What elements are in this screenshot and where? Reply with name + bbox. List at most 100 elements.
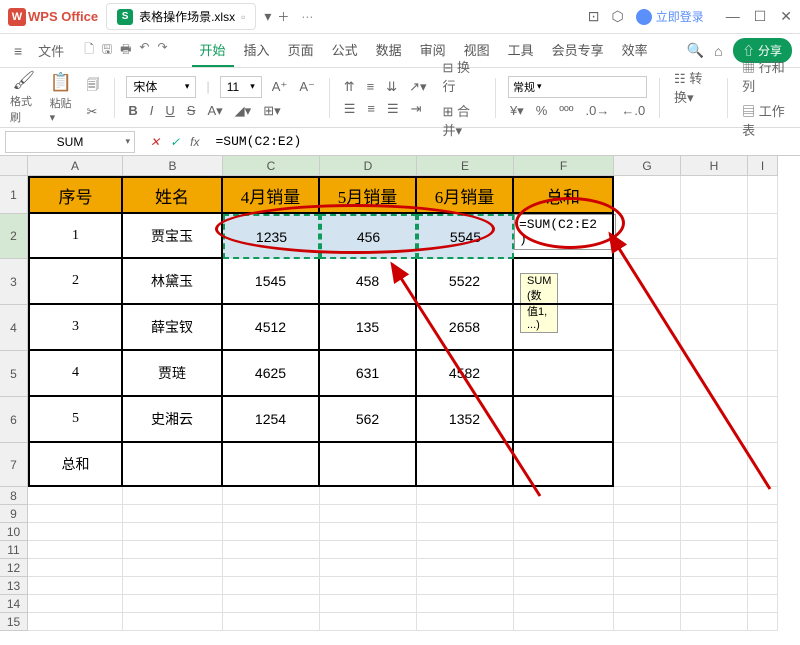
cell-B6[interactable]: 史湘云	[123, 397, 223, 443]
cell-H9[interactable]	[681, 505, 748, 523]
cloud-icon[interactable]: ⌂	[714, 43, 722, 59]
cell-F3[interactable]	[514, 259, 614, 305]
col-header-C[interactable]: C	[223, 156, 320, 176]
cancel-formula-icon[interactable]: ✕	[150, 135, 160, 149]
cell-H5[interactable]	[681, 351, 748, 397]
cell-D15[interactable]	[320, 613, 417, 631]
cell-G6[interactable]	[614, 397, 681, 443]
cell-F14[interactable]	[514, 595, 614, 613]
comma-icon[interactable]: ººº	[557, 102, 575, 119]
row-header-13[interactable]: 13	[0, 577, 28, 595]
cell-I14[interactable]	[748, 595, 778, 613]
new-tab-button[interactable]: ＋	[271, 5, 295, 29]
col-header-B[interactable]: B	[123, 156, 223, 176]
col-header-I[interactable]: I	[748, 156, 778, 176]
copy-icon[interactable]: 🗐	[85, 75, 102, 99]
row-header-9[interactable]: 9	[0, 505, 28, 523]
cell-H12[interactable]	[681, 559, 748, 577]
cell-I5[interactable]	[748, 351, 778, 397]
col-header-D[interactable]: D	[320, 156, 417, 176]
cell-B1[interactable]: 姓名	[123, 176, 223, 214]
cell-D8[interactable]	[320, 487, 417, 505]
cell-B12[interactable]	[123, 559, 223, 577]
cell-C9[interactable]	[223, 505, 320, 523]
cell-E3[interactable]: 5522	[417, 259, 514, 305]
row-header-12[interactable]: 12	[0, 559, 28, 577]
cell-C5[interactable]: 4625	[223, 351, 320, 397]
row-header-10[interactable]: 10	[0, 523, 28, 541]
undo-icon[interactable]: ↶	[139, 40, 149, 61]
ribbon-tab-9[interactable]: 效率	[614, 34, 656, 67]
cell-C15[interactable]	[223, 613, 320, 631]
ribbon-tab-3[interactable]: 公式	[324, 34, 366, 67]
cell-F8[interactable]	[514, 487, 614, 505]
cut-icon[interactable]: ✂	[85, 103, 102, 121]
cell-A14[interactable]	[28, 595, 123, 613]
inc-decimal-icon[interactable]: .0→	[584, 102, 612, 119]
cell-E1[interactable]: 6月销量	[417, 176, 514, 214]
row-header-15[interactable]: 15	[0, 613, 28, 631]
cell-H14[interactable]	[681, 595, 748, 613]
fill-color-button[interactable]: ◢▾	[233, 102, 254, 120]
redo-icon[interactable]: ↷	[157, 40, 167, 61]
align-right-icon[interactable]: ☰	[385, 100, 401, 118]
cell-G3[interactable]	[614, 259, 681, 305]
cell-E7[interactable]	[417, 443, 514, 487]
cell-D12[interactable]	[320, 559, 417, 577]
cell-I9[interactable]	[748, 505, 778, 523]
currency-icon[interactable]: ¥▾	[508, 102, 526, 120]
tab-menu-dropdown[interactable]: ▾	[264, 8, 271, 25]
cell-B4[interactable]: 薛宝钗	[123, 305, 223, 351]
cell-F9[interactable]	[514, 505, 614, 523]
cell-C13[interactable]	[223, 577, 320, 595]
cell-B9[interactable]	[123, 505, 223, 523]
dec-decimal-icon[interactable]: ←.0	[619, 102, 647, 119]
cell-E13[interactable]	[417, 577, 514, 595]
row-header-1[interactable]: 1	[0, 176, 28, 214]
row-header-5[interactable]: 5	[0, 351, 28, 397]
cell-F1[interactable]: 总和	[514, 176, 614, 214]
cell-D4[interactable]: 135	[320, 305, 417, 351]
cell-A13[interactable]	[28, 577, 123, 595]
row-header-7[interactable]: 7	[0, 443, 28, 487]
cube-icon[interactable]: ⬡	[611, 8, 623, 25]
spreadsheet-grid[interactable]: ABCDEFGHI 123456789101112131415 序号姓名4月销量…	[0, 156, 800, 645]
hamburger-icon[interactable]: ≡	[8, 39, 28, 63]
cell-A15[interactable]	[28, 613, 123, 631]
col-header-F[interactable]: F	[514, 156, 614, 176]
cell-C4[interactable]: 4512	[223, 305, 320, 351]
font-size-select[interactable]: 11▾	[220, 76, 262, 98]
font-family-select[interactable]: 宋体▾	[126, 76, 196, 98]
cell-A4[interactable]: 3	[28, 305, 123, 351]
minimize-button[interactable]: —	[726, 8, 740, 25]
cell-B13[interactable]	[123, 577, 223, 595]
cell-G15[interactable]	[614, 613, 681, 631]
maximize-button[interactable]: ☐	[754, 8, 767, 25]
cell-C6[interactable]: 1254	[223, 397, 320, 443]
italic-button[interactable]: I	[148, 102, 156, 119]
strike-button[interactable]: S	[185, 102, 198, 119]
new-icon[interactable]: 🗋	[84, 40, 94, 61]
align-middle-icon[interactable]: ≡	[365, 78, 377, 95]
cell-D5[interactable]: 631	[320, 351, 417, 397]
wrap-text-button[interactable]: ⊟ 换行	[441, 56, 484, 96]
cell-H11[interactable]	[681, 541, 748, 559]
row-header-14[interactable]: 14	[0, 595, 28, 613]
cell-B3[interactable]: 林黛玉	[123, 259, 223, 305]
accept-formula-icon[interactable]: ✓	[170, 135, 180, 149]
orientation-icon[interactable]: ↗▾	[407, 78, 428, 96]
convert-button[interactable]: ☷ 转换▾	[672, 67, 715, 107]
save-icon[interactable]: 🖫	[102, 40, 112, 61]
col-header-A[interactable]: A	[28, 156, 123, 176]
cell-A3[interactable]: 2	[28, 259, 123, 305]
cell-D10[interactable]	[320, 523, 417, 541]
row-header-3[interactable]: 3	[0, 259, 28, 305]
cell-H1[interactable]	[681, 176, 748, 214]
row-header-8[interactable]: 8	[0, 487, 28, 505]
cell-C12[interactable]	[223, 559, 320, 577]
cell-E12[interactable]	[417, 559, 514, 577]
print-icon[interactable]: 🖶	[120, 40, 131, 61]
cell-E5[interactable]: 4582	[417, 351, 514, 397]
login-button[interactable]: 立即登录	[636, 8, 704, 25]
tab-close-icon[interactable]: ▫	[241, 10, 245, 24]
